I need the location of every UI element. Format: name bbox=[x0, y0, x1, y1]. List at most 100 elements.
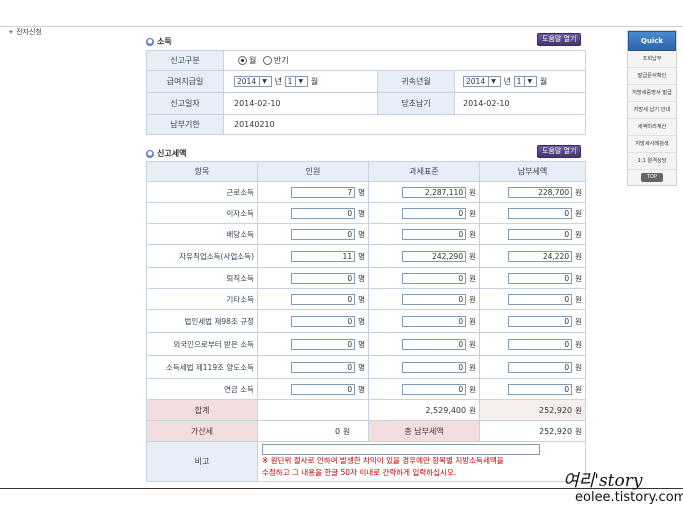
total-base: 2,529,400 원 bbox=[368, 399, 480, 421]
attr-year-select[interactable]: 2014 ▼ bbox=[463, 76, 502, 87]
remark-input[interactable] bbox=[262, 444, 540, 455]
quick-menu-item[interactable]: 발급문서확인 bbox=[628, 68, 676, 85]
total-tax: 252,920 원 bbox=[479, 399, 586, 421]
quick-menu: Quick Menu 조회납부 발급문서확인 지방세증명서 발급 지방세 납기 안내 세… bbox=[627, 30, 677, 186]
table-row: 기타소득 0 명 0 원 0 원 bbox=[146, 288, 586, 310]
tax-input[interactable]: 0 bbox=[508, 361, 573, 373]
tax-input[interactable]: 0 bbox=[508, 383, 573, 395]
help-button-tax[interactable]: 도움말 열기 bbox=[537, 145, 582, 158]
people-input[interactable]: 0 bbox=[291, 383, 356, 395]
row-item-label: 배당소득 bbox=[146, 223, 258, 245]
pay-month-select[interactable]: 1 ▼ bbox=[284, 76, 309, 87]
header-people: 인원 bbox=[257, 161, 369, 182]
header-base: 과세표준 bbox=[368, 161, 480, 182]
quick-menu-item[interactable]: 1:1 원격상담 bbox=[628, 153, 676, 170]
bullet-icon: ● bbox=[146, 37, 154, 46]
remark-note-2: 수정하고 그 내용을 한글 50자 이내로 간략하게 입력하십시오. bbox=[262, 468, 457, 477]
bullet-icon: ● bbox=[146, 149, 154, 158]
income-form-table: 신고구분 월 반기 급여지급일 2014 ▼ 년 1 ▼ 월 귀속년월 2014 ▼ … bbox=[146, 50, 586, 135]
quick-menu-item[interactable]: 조회납부 bbox=[628, 51, 676, 68]
row-item-label: 법인세법 제98조 규정 bbox=[146, 309, 258, 333]
tax-input[interactable]: 0 bbox=[508, 315, 573, 327]
attr-month-select[interactable]: 1 ▼ bbox=[513, 76, 538, 87]
row-item-label: 자유직업소득(사업소득) bbox=[146, 244, 258, 268]
report-type-label: 신고구분 bbox=[146, 50, 224, 71]
payment-due-label: 납부기한 bbox=[146, 114, 224, 135]
table-row: 근로소득 7 명 2,287,110 원 228,700 원 bbox=[146, 181, 586, 203]
tax-input[interactable]: 228,700 bbox=[508, 186, 573, 198]
people-input[interactable]: 0 bbox=[291, 228, 356, 240]
help-button-income[interactable]: 도움말 열기 bbox=[537, 33, 582, 46]
base-input[interactable]: 2,287,110 bbox=[402, 186, 467, 198]
tax-input[interactable]: 0 bbox=[508, 228, 573, 240]
top-divider bbox=[0, 26, 683, 27]
people-input[interactable]: 0 bbox=[291, 361, 356, 373]
base-input[interactable]: 242,290 bbox=[402, 250, 467, 262]
row-item-label: 퇴직소득 bbox=[146, 267, 258, 289]
grand-total-value: 252,920 원 bbox=[479, 420, 586, 442]
table-row: 퇴직소득 0 명 0 원 0 원 bbox=[146, 267, 586, 289]
table-row: 자유직업소득(사업소득) 11 명 242,290 원 24,220 원 bbox=[146, 244, 586, 268]
penalty-label: 가산세 bbox=[146, 420, 258, 442]
base-input[interactable]: 0 bbox=[402, 361, 467, 373]
section-income-title: ● 소득 bbox=[146, 37, 172, 46]
tax-input[interactable]: 24,220 bbox=[508, 250, 573, 262]
table-row: 법인세법 제98조 규정 0 명 0 원 0 원 bbox=[146, 309, 586, 333]
watermark-url: eolee.tistory.com bbox=[575, 490, 683, 505]
base-input[interactable]: 0 bbox=[402, 293, 467, 305]
tax-input[interactable]: 0 bbox=[508, 207, 573, 219]
chevron-down-icon: ▼ bbox=[488, 77, 498, 86]
base-input[interactable]: 0 bbox=[402, 207, 467, 219]
original-due-label: 당초납기 bbox=[377, 92, 455, 115]
people-input[interactable]: 0 bbox=[291, 207, 356, 219]
grand-total-label: 총 납부세액 bbox=[368, 420, 480, 442]
chevron-down-icon: ▼ bbox=[295, 77, 305, 86]
payment-due-value: 20140210 bbox=[223, 114, 586, 135]
original-due-value: 2014-02-10 bbox=[454, 92, 586, 115]
quick-menu-title: Quick Menu bbox=[628, 31, 676, 63]
base-input[interactable]: 0 bbox=[402, 383, 467, 395]
report-date-label: 신고일자 bbox=[146, 92, 224, 115]
attr-month-label: 귀속년월 bbox=[377, 70, 455, 93]
header-tax: 납부세액 bbox=[479, 161, 586, 182]
people-input[interactable]: 0 bbox=[291, 293, 356, 305]
row-item-label: 기타소득 bbox=[146, 288, 258, 310]
remark-note-1: ※ 원단위 절사로 인하여 발생한 차익이 있을 경우에만 항목별 지방소득세액… bbox=[262, 456, 504, 465]
quick-menu-item[interactable]: 지방세증명서 발급 bbox=[628, 85, 676, 102]
table-row: 외국인으로부터 받은 소득 0 명 0 원 0 원 bbox=[146, 332, 586, 356]
people-input[interactable]: 0 bbox=[291, 315, 356, 327]
row-item-label: 근로소득 bbox=[146, 181, 258, 203]
tax-input[interactable]: 0 bbox=[508, 272, 573, 284]
radio-monthly[interactable] bbox=[238, 56, 247, 65]
chevron-down-icon: ▼ bbox=[524, 77, 534, 86]
tax-input[interactable]: 0 bbox=[508, 338, 573, 350]
total-label: 합계 bbox=[146, 399, 258, 421]
section-tax-title: ● 신고세액 bbox=[146, 149, 187, 158]
quick-menu-item[interactable]: 지방세사례검색 bbox=[628, 136, 676, 153]
base-input[interactable]: 0 bbox=[402, 228, 467, 240]
row-item-label: 연금 소득 bbox=[146, 378, 258, 400]
remark-label: 비고 bbox=[146, 441, 258, 482]
base-input[interactable]: 0 bbox=[402, 272, 467, 284]
row-item-label: 소득세법 제119조 양도소득 bbox=[146, 355, 258, 379]
breadcrumb[interactable]: + 전자신청 bbox=[8, 27, 42, 37]
radio-half-year[interactable] bbox=[262, 56, 272, 65]
people-input[interactable]: 11 bbox=[291, 250, 356, 262]
quick-menu-item[interactable]: 지방세 납기 안내 bbox=[628, 102, 676, 119]
base-input[interactable]: 0 bbox=[402, 338, 467, 350]
top-button[interactable]: TOP bbox=[641, 173, 663, 182]
table-row: 이자소득 0 명 0 원 0 원 bbox=[146, 202, 586, 224]
tax-input[interactable]: 0 bbox=[508, 293, 573, 305]
people-input[interactable]: 0 bbox=[291, 272, 356, 284]
quick-menu-item[interactable]: 세액미리계산 bbox=[628, 119, 676, 136]
watermark-title: 여리'story bbox=[563, 471, 643, 491]
row-item-label: 외국인으로부터 받은 소득 bbox=[146, 332, 258, 356]
tax-table: 항목 인원 과세표준 납부세액 근로소득 7 명 2,287,110 원 228,700 원… bbox=[146, 161, 586, 482]
header-item: 항목 bbox=[146, 161, 258, 182]
report-date-value: 2014-02-10 bbox=[223, 92, 378, 115]
chevron-down-icon: ▼ bbox=[259, 77, 269, 86]
base-input[interactable]: 0 bbox=[402, 315, 467, 327]
people-input[interactable]: 7 bbox=[291, 186, 356, 198]
people-input[interactable]: 0 bbox=[291, 338, 356, 350]
pay-year-select[interactable]: 2014 ▼ bbox=[234, 76, 273, 87]
